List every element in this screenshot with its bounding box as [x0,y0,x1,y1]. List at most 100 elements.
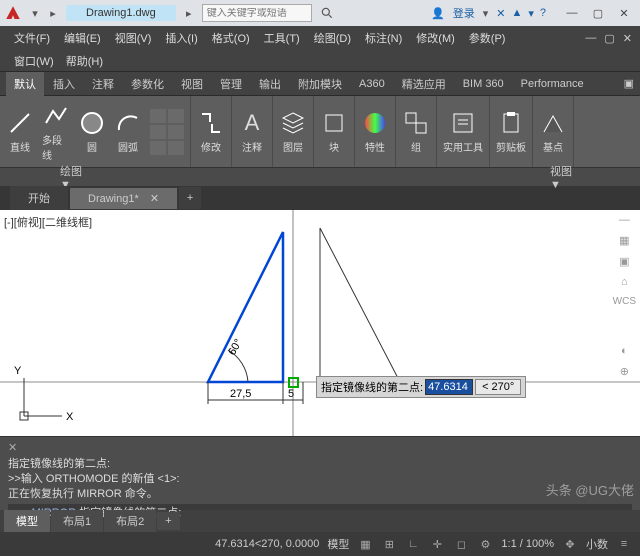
help-icon[interactable]: ? [540,7,546,20]
snap-icon[interactable]: ⊞ [381,536,397,552]
login-dropdown-icon[interactable]: ▾ [483,7,489,20]
ribbon-tab-view[interactable]: 视图 [173,72,211,96]
search-input[interactable] [202,4,312,22]
polar-icon[interactable]: ✛ [429,536,445,552]
minimize-button[interactable]: — [560,4,584,22]
tool-clipboard-label: 剪贴板 [496,139,526,154]
panel-label-view[interactable]: 视图 ▼ [550,163,580,191]
recent-dropdown-icon[interactable]: ▸ [182,6,196,20]
tool-line[interactable]: 直线 [6,109,34,154]
nav-home-icon[interactable]: ⌂ [621,276,628,288]
tool-utilities[interactable]: 实用工具 [443,109,483,154]
menu-tools[interactable]: 工具(T) [258,27,306,49]
layout-tabs: 模型 布局1 布局2 + [0,510,640,532]
doc-tab-close-icon[interactable]: ✕ [150,193,159,205]
tool-clipboard[interactable]: 剪贴板 [496,109,526,154]
tool-layers[interactable]: 图层 [279,109,307,154]
cmd-history-3: 正在恢复执行 MIRROR 命令。 [8,487,632,502]
layout-tab-add[interactable]: + [157,512,179,530]
layout-tab-model[interactable]: 模型 [4,510,50,532]
maximize-button[interactable]: ▢ [586,4,610,22]
nav-icon-2[interactable]: ▣ [619,255,629,268]
drawing-canvas[interactable]: [-][俯视][二维线框] 60° 27,5 5 Y X — ▦ ▣ ⌂ WCS [0,210,640,436]
tool-group[interactable]: 组 [402,109,430,154]
status-zoom[interactable]: 1:1 / 100% [501,538,554,550]
draw-flyout[interactable] [150,109,184,155]
tool-circle[interactable]: 圆 [78,109,106,154]
user-icon[interactable]: 👤 [431,7,445,20]
search-field[interactable] [207,8,307,19]
tool-utilities-label: 实用工具 [443,139,483,154]
ortho-icon[interactable]: ∟ [405,536,421,552]
ribbon-tab-bim360[interactable]: BIM 360 [455,74,512,94]
viewcube-icon[interactable]: — [619,214,630,226]
login-link[interactable]: 登录 [453,5,475,21]
coordinate-input[interactable] [425,379,473,395]
cmd-history-2: >>输入 ORTHOMODE 的新值 <1>: [8,472,632,487]
doc-tab-start[interactable]: 开始 [10,186,68,210]
tool-circle-label: 圆 [87,139,97,154]
search-icon[interactable] [318,4,336,22]
menu-help[interactable]: 帮助(H) [60,50,109,72]
osnap-icon[interactable]: ◻ [453,536,469,552]
tool-layers-label: 图层 [283,139,303,154]
menu-dimension[interactable]: 标注(N) [359,27,408,49]
menu-parametric[interactable]: 参数(P) [463,27,512,49]
ribbon-expand-icon[interactable]: ▣ [624,77,634,90]
tool-basepoint-label: 基点 [543,139,563,154]
menu-draw[interactable]: 绘图(D) [308,27,357,49]
menu-insert[interactable]: 插入(I) [159,27,203,49]
doc-tab-drawing1[interactable]: Drawing1* ✕ [70,188,177,209]
nav-pan-icon[interactable]: ⊕ [620,365,629,378]
anno-icon[interactable]: ⚙ [477,536,493,552]
nav-icon-1[interactable]: ▦ [619,234,629,247]
ribbon-tab-performance[interactable]: Performance [513,74,592,94]
help-dropdown-icon[interactable]: ▾ [528,7,534,20]
tool-arc-label: 圆弧 [118,139,138,154]
ribbon-tab-annotate[interactable]: 注释 [84,72,122,96]
status-mode[interactable]: 模型 [327,536,349,552]
app-logo[interactable] [4,4,22,22]
menu-window[interactable]: 窗口(W) [8,50,60,72]
ribbon-tab-featured[interactable]: 精选应用 [394,72,454,96]
mdi-close-icon[interactable]: ✕ [623,32,632,45]
menu-modify[interactable]: 修改(M) [410,27,461,49]
mdi-restore-icon[interactable]: ▢ [604,32,614,45]
tool-basepoint[interactable]: 基点 [539,109,567,154]
command-window[interactable]: ✕ 指定镜像线的第二点: >>输入 ORTHOMODE 的新值 <1>: 正在恢… [0,436,640,510]
tool-modify[interactable]: 修改 [197,109,225,154]
mdi-minimize-icon[interactable]: — [585,32,596,44]
tool-annotate[interactable]: A注释 [238,109,266,154]
exchange-icon[interactable]: ✕ [496,7,505,20]
tool-block[interactable]: 块 [320,109,348,154]
close-button[interactable]: ✕ [612,4,636,22]
menu-file[interactable]: 文件(F) [8,27,56,49]
new-tab-button[interactable]: + [179,187,201,209]
layout-tab-layout2[interactable]: 布局2 [104,510,156,532]
tool-properties[interactable]: 特性 [361,109,389,154]
document-title: Drawing1.dwg [66,5,176,21]
grid-icon[interactable]: ▦ [357,536,373,552]
ribbon-tab-insert[interactable]: 插入 [45,72,83,96]
menu-view[interactable]: 视图(V) [109,27,158,49]
menu-format[interactable]: 格式(O) [206,27,256,49]
ribbon-tab-parametric[interactable]: 参数化 [123,72,172,96]
ribbon-tab-a360[interactable]: A360 [351,74,393,94]
ribbon-tab-default[interactable]: 默认 [6,72,44,96]
qat-next-icon[interactable]: ▸ [46,6,60,20]
qat-dropdown-icon[interactable]: ▾ [28,6,42,20]
tool-arc[interactable]: 圆弧 [114,109,142,154]
zoom-icon[interactable]: ✥ [562,536,578,552]
ribbon-tab-output[interactable]: 输出 [251,72,289,96]
cloud-icon[interactable]: ▲ [511,7,522,20]
nav-wheel-icon[interactable]: ◐ [621,345,628,357]
menu-edit[interactable]: 编辑(E) [58,27,107,49]
customize-icon[interactable]: ≡ [616,536,632,552]
cmd-close-icon[interactable]: ✕ [8,442,17,454]
ribbon-tab-addins[interactable]: 附加模块 [290,72,350,96]
layout-tab-layout1[interactable]: 布局1 [51,510,103,532]
tool-polyline[interactable]: 多段线 [42,102,70,162]
status-units[interactable]: 小数 [586,536,608,552]
wcs-label[interactable]: WCS [613,296,636,307]
ribbon-tab-manage[interactable]: 管理 [212,72,250,96]
